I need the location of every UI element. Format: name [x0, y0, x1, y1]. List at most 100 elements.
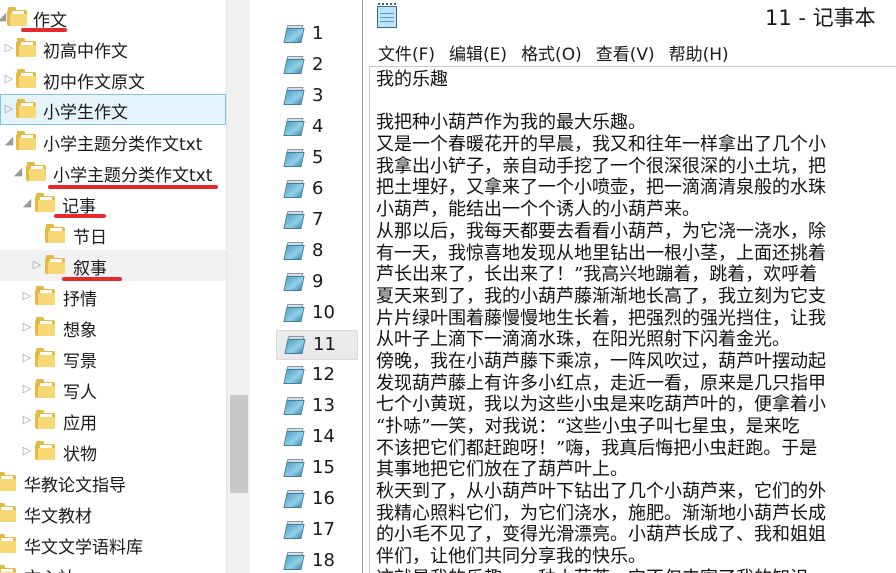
- tree-item-label: 小学主题分类作文txt: [53, 166, 213, 186]
- text-file-icon: [283, 241, 305, 261]
- tree-item-huawen-yuliaoku[interactable]: 华文文学语料库: [0, 529, 226, 560]
- chevron-down-icon[interactable]: ◢: [22, 197, 32, 208]
- text-line: 夏天来到了，我的小葫芦藤渐渐地长高了，我立刻为它支: [376, 285, 826, 307]
- chevron-right-icon[interactable]: ▷: [4, 42, 14, 53]
- tree-item-label: 抒情: [63, 290, 97, 310]
- editor-content: 我的乐趣 我把种小葫芦作为我的最大乐趣。 又是一个春暖花开的早晨，我又和往年一样拿出…: [376, 69, 826, 573]
- tree-item-label: 节日: [73, 228, 107, 248]
- tree-item-huawen-jiaocai[interactable]: 华文教材: [0, 498, 226, 529]
- chevron-down-icon[interactable]: ◢: [4, 135, 14, 146]
- chevron-down-icon[interactable]: ◢: [13, 166, 23, 177]
- tree-item-label: 小学生作文: [43, 103, 128, 123]
- text-line: 我精心照料它们，为它们浇水，施肥。渐渐地小葫芦长成: [376, 502, 826, 524]
- scrollbar-thumb[interactable]: [230, 395, 248, 493]
- notepad-window[interactable]: 11 - 记事本 文件(F) 编辑(E) 格式(O) 查看(V) 帮助(H) 我…: [362, 0, 896, 573]
- folder-icon: [35, 317, 55, 336]
- menu-edit[interactable]: 编辑(E): [449, 40, 507, 65]
- menu-format[interactable]: 格式(O): [521, 40, 582, 65]
- chevron-right-icon[interactable]: ▷: [22, 321, 32, 332]
- file-label: 1: [312, 23, 324, 44]
- text-line: 芦长出来了，长出来了！”我高兴地蹦着，跳着，欢呼着: [376, 264, 818, 286]
- text-line: 我拿出小铲子，亲自动手挖了一个很深很深的小土坑，把: [376, 155, 826, 177]
- text-file-icon: [284, 335, 306, 355]
- chevron-right-icon[interactable]: ▷: [22, 290, 32, 301]
- file-label: 5: [312, 147, 324, 168]
- file-item[interactable]: 15: [276, 454, 358, 484]
- tree-item-label: 华文文学语料库: [24, 538, 143, 558]
- tree-item-xiejing[interactable]: ▷ 写景: [0, 343, 226, 374]
- tree-item-xiangxiang[interactable]: ▷ 想象: [0, 312, 226, 343]
- file-item[interactable]: 11: [276, 330, 358, 360]
- text-line: 七个小黄斑，我以为这些小虫是来吃葫芦叶的，便拿着小: [376, 394, 826, 416]
- tree-item-shuqing[interactable]: ▷ 抒情: [0, 281, 226, 312]
- folder-tree[interactable]: ◢ 作文 ▷ 初高中作文 ▷ 初中作文原文 ▷ 小学生作文 ◢ 小学主题分类作文…: [0, 0, 226, 573]
- tree-item-zhuti-fenlei-sub[interactable]: ◢ 小学主题分类作文txt: [0, 157, 226, 188]
- tree-item-label: 文心社: [24, 564, 75, 573]
- tree-item-jieri[interactable]: 节日: [0, 219, 226, 250]
- file-item[interactable]: 14: [276, 423, 358, 453]
- tree-item-xieren[interactable]: ▷ 写人: [0, 374, 226, 405]
- tree-item-label: 写景: [63, 352, 97, 372]
- chevron-right-icon[interactable]: ▷: [4, 103, 14, 114]
- tree-item-label: 想象: [63, 321, 97, 341]
- folder-icon: [35, 348, 55, 367]
- text-line: 有一天，我惊喜地发现从地里钻出一根小茎，上面还挑着: [376, 242, 826, 264]
- folder-icon: [0, 565, 16, 573]
- folder-icon: [16, 69, 36, 88]
- text-line: 其事地把它们放在了葫芦叶上。: [376, 459, 628, 481]
- menu-view[interactable]: 查看(V): [596, 40, 655, 65]
- file-item[interactable]: 6: [276, 175, 358, 205]
- tree-item-yingyong[interactable]: ▷ 应用: [0, 405, 226, 436]
- chevron-right-icon[interactable]: ▷: [32, 259, 42, 270]
- menu-file[interactable]: 文件(F): [378, 40, 435, 65]
- chevron-right-icon[interactable]: ▷: [22, 414, 32, 425]
- file-item[interactable]: 3: [276, 82, 358, 112]
- file-item[interactable]: 5: [276, 144, 358, 174]
- text-file-icon: [283, 489, 305, 509]
- text-editor[interactable]: 我的乐趣 我把种小葫芦作为我的最大乐趣。 又是一个春暖花开的早晨，我又和往年一样拿出…: [369, 66, 896, 573]
- text-file-icon: [283, 272, 305, 292]
- tree-item-chuzhong-yuanwen[interactable]: ▷ 初中作文原文: [0, 64, 226, 95]
- tree-scrollbar[interactable]: [226, 0, 250, 573]
- file-label: 7: [312, 209, 324, 230]
- file-item[interactable]: 12: [276, 361, 358, 391]
- file-label: 13: [312, 395, 335, 416]
- tree-item-label: 小学主题分类作文txt: [43, 135, 203, 155]
- tree-item-jishi[interactable]: ◢ 记事: [0, 188, 226, 219]
- folder-icon: [16, 131, 36, 150]
- file-item[interactable]: 9: [276, 268, 358, 298]
- chevron-right-icon[interactable]: ▷: [22, 352, 32, 363]
- file-item[interactable]: 10: [276, 299, 358, 329]
- file-label: 12: [312, 364, 335, 385]
- tree-item-label: 叙事: [73, 259, 107, 279]
- title-bar[interactable]: 11 - 记事本: [363, 0, 896, 34]
- file-label: 6: [312, 178, 324, 199]
- file-item[interactable]: 2: [276, 51, 358, 81]
- tree-item-wenxinshe[interactable]: 文心社: [0, 560, 226, 573]
- file-item[interactable]: 18: [276, 547, 358, 573]
- menu-help[interactable]: 帮助(H): [669, 40, 729, 65]
- chevron-down-icon[interactable]: ◢: [0, 11, 7, 22]
- folder-icon: [0, 472, 16, 491]
- file-item[interactable]: 16: [276, 485, 358, 515]
- tree-item-zhuti-fenlei[interactable]: ◢ 小学主题分类作文txt: [0, 126, 226, 157]
- text-file-icon: [283, 458, 305, 478]
- file-label: 15: [312, 457, 335, 478]
- text-line: 这就是我的乐趣——种小葫芦。它不仅丰富了我的知识，: [376, 568, 826, 573]
- chevron-right-icon[interactable]: ▷: [22, 445, 32, 456]
- chevron-right-icon[interactable]: ▷: [4, 73, 14, 84]
- tree-item-chugaozhong[interactable]: ▷ 初高中作文: [0, 33, 226, 64]
- file-item[interactable]: 4: [276, 113, 358, 143]
- chevron-right-icon[interactable]: ▷: [22, 383, 32, 394]
- tree-item-huajiao[interactable]: 华教论文指导: [0, 467, 226, 498]
- file-item[interactable]: 1: [276, 20, 358, 50]
- tree-item-zhuangwu[interactable]: ▷ 状物: [0, 436, 226, 467]
- file-item[interactable]: 8: [276, 237, 358, 267]
- text-line: 片片绿叶围着藤慢慢地生长着，把强烈的强光挡住，让我: [376, 307, 826, 329]
- file-item[interactable]: 13: [276, 392, 358, 422]
- file-list[interactable]: 1 2 3 4 5 6 7 8 9 10 11 12 13 14 15 16 17 18: [250, 0, 362, 573]
- file-item[interactable]: 7: [276, 206, 358, 236]
- file-item[interactable]: 17: [276, 516, 358, 546]
- tree-item-xiaoxuesheng[interactable]: ▷ 小学生作文: [0, 94, 226, 125]
- file-label: 10: [312, 302, 335, 323]
